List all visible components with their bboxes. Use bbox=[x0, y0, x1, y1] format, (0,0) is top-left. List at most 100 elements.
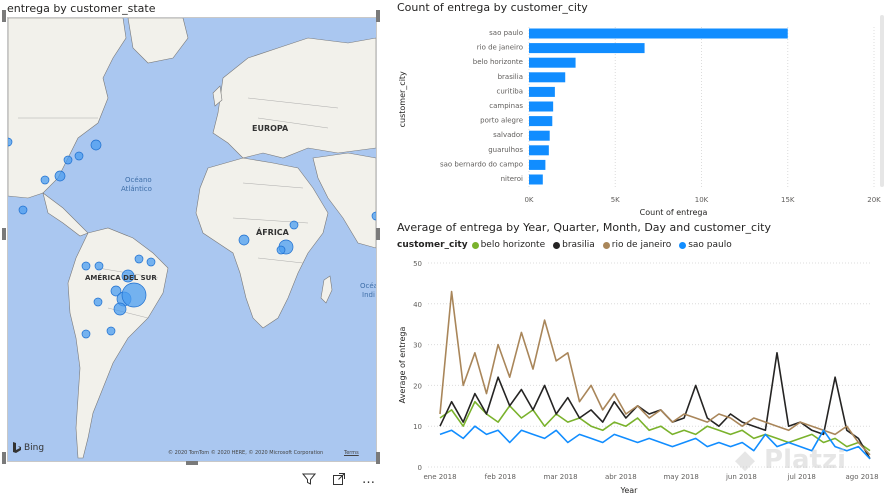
x-axis-title: Count of entrega bbox=[640, 208, 708, 217]
y-tick-label: campinas bbox=[489, 102, 523, 110]
y-tick-label: niteroi bbox=[501, 175, 523, 183]
bar-chart: 0K 5K 10K 15K 20K sao paulo rio de janeiro belo… bbox=[398, 27, 881, 217]
x-tick-label: may 2018 bbox=[663, 473, 698, 481]
resize-handle[interactable] bbox=[2, 452, 6, 464]
label-africa: ÁFRICA bbox=[256, 226, 290, 237]
y-tick-label: 10 bbox=[413, 423, 422, 431]
bubble[interactable] bbox=[54, 170, 66, 182]
x-tick-label: 5K bbox=[611, 196, 620, 204]
x-tick-label: feb 2018 bbox=[485, 473, 516, 481]
bing-label: Bing bbox=[24, 443, 45, 453]
y-tick-label: 0 bbox=[418, 464, 422, 472]
y-tick-label: guarulhos bbox=[488, 146, 523, 154]
y-tick-label: rio de janeiro bbox=[477, 44, 523, 52]
y-tick-label: salvador bbox=[493, 131, 523, 139]
bubble[interactable] bbox=[121, 282, 147, 308]
resize-handle[interactable] bbox=[2, 10, 6, 22]
legend-label: rio de janeiro bbox=[611, 240, 672, 250]
legend: customer_city belo horizonte brasilia ri… bbox=[397, 240, 736, 250]
map-copyright: © 2020 TomTom © 2020 HERE, © 2020 Micros… bbox=[168, 450, 324, 456]
bubble[interactable] bbox=[146, 257, 156, 267]
y-tick-label: 40 bbox=[413, 301, 422, 309]
x-tick-label: abr 2018 bbox=[605, 473, 637, 481]
bubble[interactable] bbox=[113, 302, 127, 316]
x-tick-label: 10K bbox=[695, 196, 709, 204]
y-tick-label: 20 bbox=[413, 382, 422, 390]
bubble[interactable] bbox=[74, 151, 84, 161]
y-tick-label: sao paulo bbox=[489, 29, 523, 37]
legend-dot bbox=[471, 241, 479, 249]
legend-dot bbox=[602, 241, 610, 249]
label-america-sur: AMÉRICA DEL SUR bbox=[85, 273, 157, 282]
x-tick-label: 15K bbox=[781, 196, 795, 204]
bar[interactable] bbox=[529, 86, 555, 97]
more-options-button[interactable]: … bbox=[360, 470, 378, 488]
legend-dot bbox=[553, 241, 561, 249]
world-map[interactable]: EUROPA ÁFRICA AMÉRICA DEL SUR Océano Atl… bbox=[8, 18, 376, 461]
series-line[interactable] bbox=[439, 290, 871, 456]
bar[interactable] bbox=[529, 101, 554, 112]
more-options-icon: … bbox=[362, 471, 376, 487]
watermark: ◆ Platzi bbox=[735, 445, 847, 475]
bubble[interactable] bbox=[134, 254, 144, 264]
legend-item[interactable]: rio de janeiro bbox=[602, 240, 672, 250]
bubble[interactable] bbox=[276, 245, 286, 255]
bar[interactable] bbox=[529, 130, 550, 141]
legend-dot bbox=[679, 241, 687, 249]
resize-handle[interactable] bbox=[2, 228, 6, 240]
bubble[interactable] bbox=[90, 139, 102, 151]
bubble[interactable] bbox=[81, 261, 91, 271]
resize-handle[interactable] bbox=[186, 461, 198, 465]
bar[interactable] bbox=[529, 43, 645, 54]
filter-icon bbox=[302, 473, 316, 485]
bar[interactable] bbox=[529, 28, 788, 39]
resize-handle[interactable] bbox=[376, 228, 380, 240]
series-line[interactable] bbox=[439, 352, 871, 460]
label-ocean-right-2: Indi bbox=[362, 291, 375, 299]
bar[interactable] bbox=[529, 145, 549, 156]
focus-mode-button[interactable] bbox=[330, 470, 348, 488]
bar-chart-title: Count of entrega by customer_city bbox=[397, 1, 588, 14]
map-title: entrega by customer_state bbox=[7, 2, 156, 15]
x-tick-label: ene 2018 bbox=[423, 473, 456, 481]
x-tick-label: 20K bbox=[867, 196, 881, 204]
y-tick-label: porto alegre bbox=[480, 117, 523, 125]
legend-label: brasilia bbox=[562, 240, 595, 250]
y-axis-title: Average of entrega bbox=[398, 327, 407, 404]
bar[interactable] bbox=[529, 116, 553, 127]
map-visual[interactable]: entrega by customer_state EUROPA ÁFRICA … bbox=[0, 0, 382, 466]
legend-label: belo horizonte bbox=[480, 240, 546, 250]
label-europa: EUROPA bbox=[252, 124, 289, 133]
bubble[interactable] bbox=[81, 329, 91, 339]
bar[interactable] bbox=[529, 57, 576, 68]
resize-handle[interactable] bbox=[376, 10, 380, 22]
y-tick-label: brasilia bbox=[498, 73, 523, 81]
label-ocean-right-1: Océa bbox=[360, 282, 376, 290]
legend-item[interactable]: brasilia bbox=[553, 240, 595, 250]
map-canvas[interactable]: EUROPA ÁFRICA AMÉRICA DEL SUR Océano Atl… bbox=[7, 17, 377, 462]
bubble[interactable] bbox=[93, 297, 103, 307]
bubble[interactable] bbox=[94, 261, 104, 271]
legend-item[interactable]: sao paulo bbox=[679, 240, 732, 250]
label-atlantico: Atlántico bbox=[121, 185, 152, 193]
bing-icon bbox=[13, 442, 21, 453]
y-tick-label: 30 bbox=[413, 342, 422, 350]
bubble[interactable] bbox=[238, 234, 250, 246]
bubble[interactable] bbox=[63, 155, 73, 165]
y-tick-label: curitiba bbox=[496, 87, 523, 95]
bar[interactable] bbox=[529, 72, 566, 83]
bar[interactable] bbox=[529, 174, 543, 185]
bar-chart-visual[interactable]: Count of entrega by customer_city 0K 5K 10… bbox=[392, 0, 890, 218]
x-tick-label: 0K bbox=[524, 196, 533, 204]
bar[interactable] bbox=[529, 159, 546, 170]
bubble[interactable] bbox=[40, 175, 50, 185]
filter-button[interactable] bbox=[300, 470, 318, 488]
bubble[interactable] bbox=[289, 220, 299, 230]
resize-handle[interactable] bbox=[376, 452, 380, 464]
y-tick-label: belo horizonte bbox=[473, 58, 523, 66]
map-terms-link[interactable]: Terms bbox=[344, 450, 359, 456]
legend-item[interactable]: belo horizonte bbox=[471, 240, 546, 250]
bubble[interactable] bbox=[18, 205, 28, 215]
bar-chart-scrollbar[interactable] bbox=[880, 15, 884, 187]
bubble[interactable] bbox=[106, 326, 116, 336]
